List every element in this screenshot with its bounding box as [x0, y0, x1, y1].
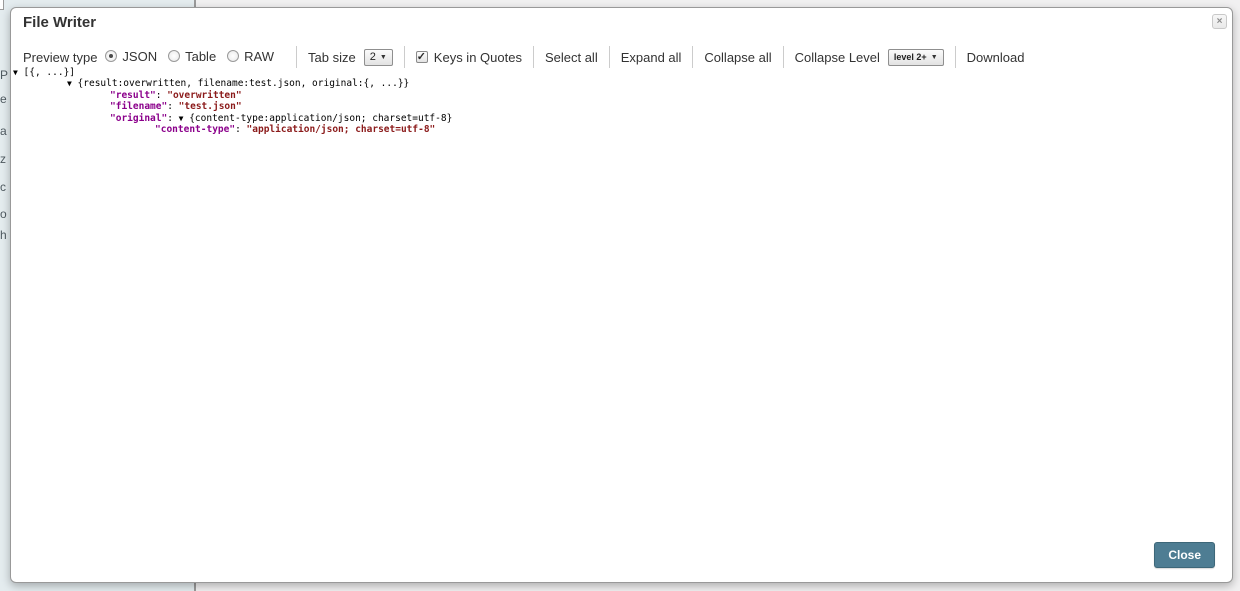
chevron-down-icon: ▼ [931, 54, 938, 61]
preview-type-label: Preview type [23, 50, 97, 65]
background-text-fragment: z [0, 152, 9, 166]
json-tree-line: "content-type": "application/json; chars… [11, 124, 1228, 135]
toolbar-separator [296, 46, 297, 68]
toolbar-separator [783, 46, 784, 68]
json-key: "original" [110, 113, 167, 124]
json-punct: : [167, 113, 178, 124]
json-key: "filename" [110, 101, 167, 112]
json-value: "overwritten" [167, 90, 241, 101]
tab-size-select[interactable]: 2 ▼ [364, 49, 393, 66]
select-all-button[interactable]: Select all [545, 50, 598, 65]
background-text-fragment: o [0, 207, 9, 221]
background-text-fragment: h [0, 228, 9, 242]
background-text-fragment: a [0, 124, 9, 138]
keys-in-quotes-label: Keys in Quotes [434, 50, 522, 65]
collapse-level-value: level 2+ [894, 52, 927, 62]
json-plain: {result:overwritten, filename:test.json,… [72, 78, 409, 89]
toolbar-separator [692, 46, 693, 68]
radio-icon [227, 50, 239, 62]
radio-label: JSON [122, 49, 157, 64]
background-widget-fragment [0, 0, 4, 10]
toolbar-separator [404, 46, 405, 68]
expand-all-button[interactable]: Expand all [621, 50, 682, 65]
preview-type-options: JSON Table RAW [105, 49, 285, 66]
json-plain: {content-type:application/json; charset=… [183, 113, 452, 124]
toolbar-separator [955, 46, 956, 68]
toolbar-separator [533, 46, 534, 68]
json-tree-line: "result": "overwritten" [11, 90, 1228, 101]
collapse-all-button[interactable]: Collapse all [704, 50, 771, 65]
json-tree-line: ▼ {result:overwritten, filename:test.jso… [11, 78, 1228, 89]
json-punct: : [167, 101, 178, 112]
toolbar: Preview type JSON Table RAW Tab size 2 ▼ ✓… [23, 45, 1220, 69]
background-text-fragment: e [0, 92, 9, 106]
background-text-fragment: P [0, 68, 9, 82]
preview-type-radio-raw[interactable]: RAW [227, 49, 274, 64]
keys-in-quotes-checkbox[interactable]: ✓ Keys in Quotes [416, 50, 522, 65]
background-text-fragment: c [0, 180, 9, 194]
tab-size-value: 2 [370, 51, 376, 63]
json-plain: [{, ...}] [18, 67, 75, 78]
collapse-level-select[interactable]: level 2+ ▼ [888, 49, 944, 66]
json-value: "test.json" [179, 101, 242, 112]
dialog-title: File Writer [23, 14, 96, 31]
checkbox-icon: ✓ [416, 51, 428, 63]
json-punct: : [235, 124, 246, 135]
json-tree-view: ▼ [{, ...}]▼ {result:overwritten, filena… [11, 67, 1228, 135]
radio-icon [105, 50, 117, 62]
json-tree-line: "filename": "test.json" [11, 101, 1228, 112]
radio-label: Table [185, 49, 216, 64]
toolbar-separator [609, 46, 610, 68]
json-key: "content-type" [155, 124, 235, 135]
radio-label: RAW [244, 49, 274, 64]
json-value: "application/json; charset=utf-8" [247, 124, 436, 135]
close-button[interactable]: Close [1154, 542, 1215, 568]
preview-type-radio-json[interactable]: JSON [105, 49, 157, 64]
json-key: "result" [110, 90, 156, 101]
tab-size-label: Tab size [308, 50, 356, 65]
json-tree-line: "original": ▼ {content-type:application/… [11, 113, 1228, 124]
radio-icon [168, 50, 180, 62]
download-button[interactable]: Download [967, 50, 1025, 65]
file-writer-dialog: File Writer × Preview type JSON Table RAW … [10, 7, 1233, 583]
preview-type-radio-table[interactable]: Table [168, 49, 216, 64]
chevron-down-icon: ▼ [380, 54, 387, 61]
collapse-level-label: Collapse Level [795, 50, 880, 65]
json-tree-line: ▼ [{, ...}] [11, 67, 1228, 78]
close-icon[interactable]: × [1212, 14, 1227, 29]
json-punct: : [156, 90, 167, 101]
